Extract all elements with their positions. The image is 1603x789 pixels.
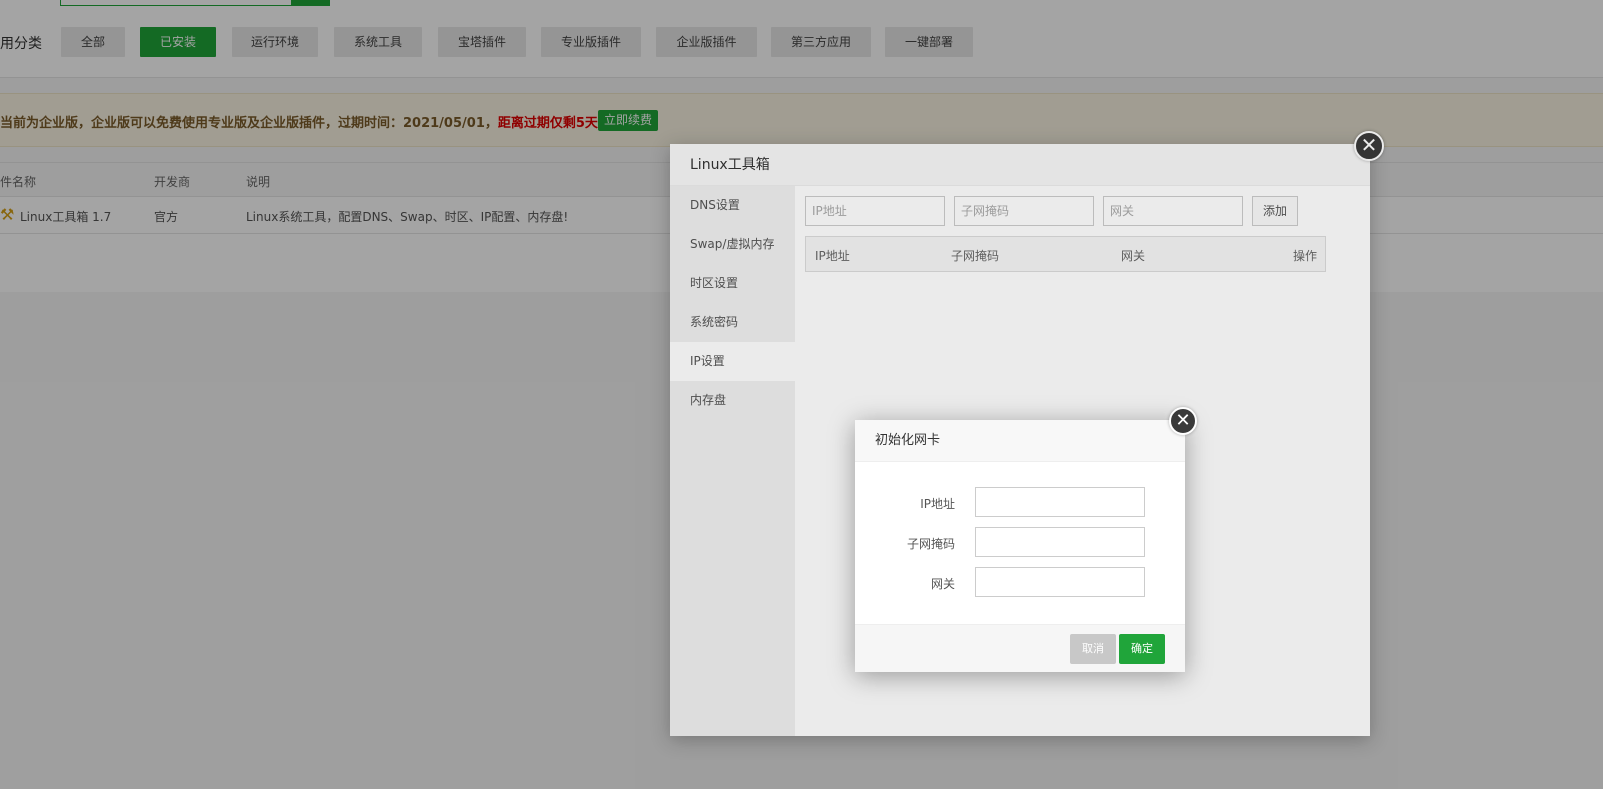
inner-modal-overlay xyxy=(0,0,1603,789)
nic-mask-input[interactable] xyxy=(975,527,1145,557)
close-dialog-icon[interactable]: ✕ xyxy=(1169,407,1197,435)
dialog-title: 初始化网卡 xyxy=(855,420,1185,462)
ip-row: IP地址 xyxy=(855,487,1185,517)
gateway-row: 网关 xyxy=(855,567,1185,597)
nic-ip-input[interactable] xyxy=(975,487,1145,517)
ip-label: IP地址 xyxy=(920,497,955,511)
gateway-label: 网关 xyxy=(930,577,955,591)
confirm-button[interactable]: 确定 xyxy=(1119,634,1165,664)
mask-label: 子网掩码 xyxy=(906,537,955,551)
mask-row: 子网掩码 xyxy=(855,527,1185,557)
nic-gateway-input[interactable] xyxy=(975,567,1145,597)
cancel-button[interactable]: 取消 xyxy=(1070,634,1116,664)
init-nic-dialog: 初始化网卡 IP地址 子网掩码 网关 取消 确定 xyxy=(855,420,1185,672)
dialog-footer: 取消 确定 xyxy=(855,624,1185,672)
